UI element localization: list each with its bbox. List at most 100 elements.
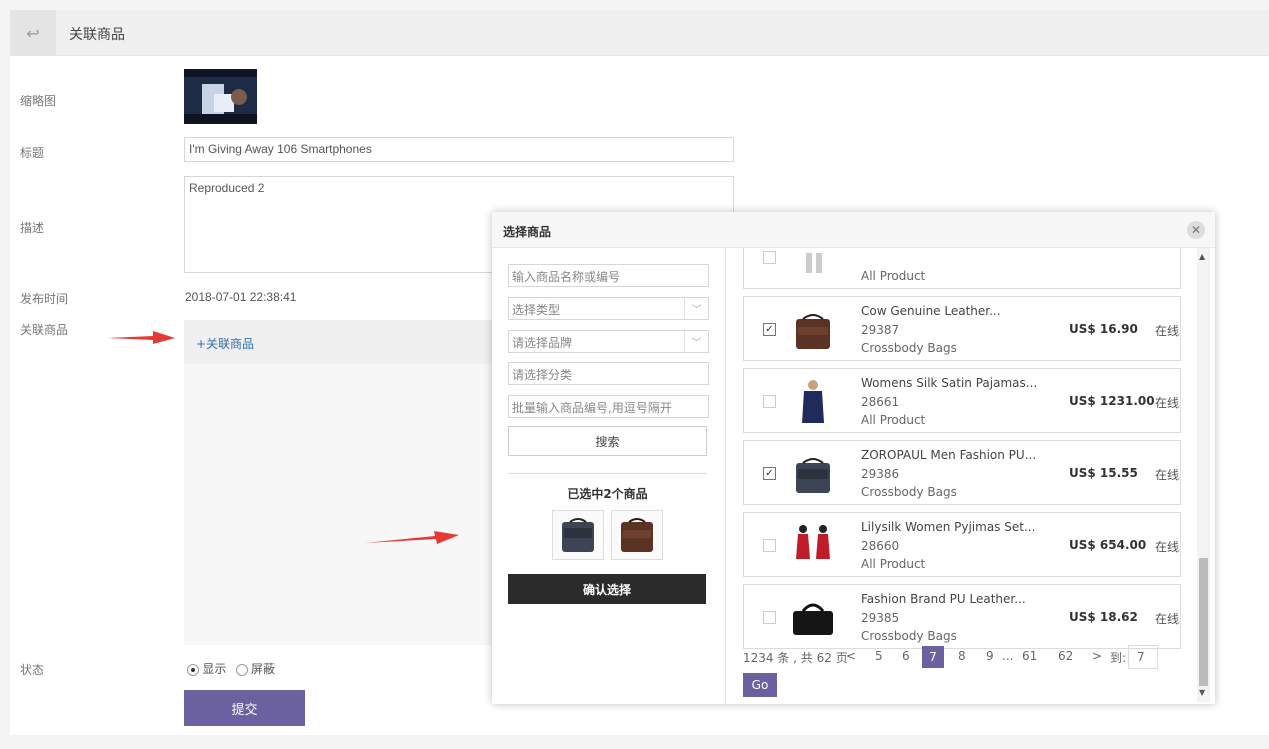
product-number: 29387 (861, 323, 900, 337)
category-input[interactable]: 请选择分类 (508, 362, 709, 385)
product-name: Lilysilk Women Pyjimas Set... (861, 520, 1036, 534)
product-status: 在线 (1155, 396, 1180, 410)
product-status: 在线 (1155, 612, 1180, 626)
type-select[interactable]: 选择类型 ﹀ (508, 297, 709, 320)
publish-time: 2018-07-01 22:38:41 (185, 290, 297, 304)
page-link[interactable]: 6 (902, 649, 910, 663)
product-card[interactable]: Lilysilk Women Pyjimas Set... 28660 All … (743, 512, 1181, 577)
pagination-summary: 1234 条 , 共 62 页 (743, 651, 848, 665)
product-number: 29385 (861, 611, 900, 625)
goto-label: 到: (1110, 651, 1127, 665)
publish-label: 发布时间 (20, 292, 69, 306)
product-image (806, 253, 822, 273)
product-image (796, 525, 830, 559)
product-name: ZOROPAUL Men Fashion PU... (861, 448, 1037, 462)
scrollbar[interactable]: ▲ ▼ (1197, 248, 1210, 702)
back-button[interactable]: ↩ (10, 10, 56, 56)
radio-hide[interactable] (235, 663, 248, 676)
product-category: All Product (861, 557, 926, 571)
product-card[interactable]: ✓ Cow Genuine Leather... 29387 Crossbody… (743, 296, 1181, 361)
red-arrow-1 (107, 331, 175, 344)
brand-select-value: 请选择品牌 (512, 336, 573, 350)
product-image (793, 603, 833, 635)
modal-title: 选择商品 (503, 225, 552, 239)
scrollbar-thumb[interactable] (1199, 558, 1208, 686)
close-icon[interactable]: ✕ (1187, 221, 1205, 239)
title-label: 标题 (20, 146, 45, 160)
scroll-up-icon[interactable]: ▲ (1199, 252, 1205, 261)
product-name: Fashion Brand PU Leather... (861, 592, 1026, 606)
assoc-area: +关联商品 (184, 320, 494, 645)
product-image (796, 314, 830, 349)
add-assoc-link[interactable]: +关联商品 (196, 335, 254, 352)
page-next[interactable]: > (1092, 649, 1102, 663)
page-link[interactable]: 5 (875, 649, 883, 663)
product-card[interactable]: Womens Silk Satin Pajamas... 28661 All P… (743, 368, 1181, 433)
page-link[interactable]: 8 (958, 649, 966, 663)
batch-input[interactable]: 批量输入商品编号,用逗号隔开 (508, 395, 709, 418)
status-radio-group: 显示 屏蔽 (187, 660, 275, 677)
keyword-input[interactable]: 输入商品名称或编号 (508, 264, 709, 287)
selected-count: 已选中2个商品 (567, 487, 648, 501)
product-image (802, 380, 824, 423)
page-ellipsis: ... (1002, 649, 1014, 663)
product-checkbox[interactable] (763, 611, 776, 624)
product-price: US$ 654.00 (1069, 538, 1147, 552)
product-price: US$ 1231.00 (1069, 394, 1155, 408)
product-price: US$ 18.62 (1069, 610, 1138, 624)
goto-page-input[interactable]: 7 (1128, 645, 1158, 669)
red-arrow-2 (365, 531, 459, 544)
title-input[interactable]: I'm Giving Away 106 Smartphones (184, 137, 734, 162)
status-label: 状态 (20, 663, 45, 677)
radio-hide-label: 屏蔽 (251, 662, 276, 676)
product-category: All Product (861, 269, 926, 283)
divider (508, 473, 707, 474)
page-current[interactable]: 7 (922, 646, 944, 668)
page-link[interactable]: 61 (1022, 649, 1037, 663)
product-status: 在线 (1155, 468, 1180, 482)
product-name: Cow Genuine Leather... (861, 304, 1001, 318)
page-link[interactable]: 62 (1058, 649, 1073, 663)
product-card[interactable]: ✓ ZOROPAUL Men Fashion PU... 29386 Cross… (743, 440, 1181, 505)
product-name: Womens Silk Satin Pajamas... (861, 376, 1038, 390)
search-button[interactable]: 搜索 (508, 426, 707, 456)
product-category: Crossbody Bags (861, 341, 957, 355)
product-checkbox[interactable] (763, 395, 776, 408)
product-card[interactable]: All Product (743, 248, 1181, 289)
radio-show[interactable] (187, 663, 199, 676)
select-product-modal: 选择商品 ✕ 输入商品名称或编号 选择类型 ﹀ 请选择品牌 ﹀ 请选择分类 批量… (492, 212, 1215, 704)
product-category: Crossbody Bags (861, 629, 957, 643)
assoc-header: +关联商品 (184, 320, 494, 364)
submit-button[interactable]: 提交 (184, 690, 305, 726)
selected-item-thumb[interactable] (552, 510, 604, 560)
product-checkbox[interactable]: ✓ (763, 323, 776, 336)
top-bar: ↩ 关联商品 (10, 10, 1269, 56)
back-arrow-icon: ↩ (26, 23, 40, 43)
scroll-down-icon[interactable]: ▼ (1199, 688, 1205, 697)
product-list: All Product ✓ Cow Genuine Leather... 293… (735, 248, 1181, 668)
brand-select[interactable]: 请选择品牌 ﹀ (508, 330, 709, 353)
product-category: Crossbody Bags (861, 485, 957, 499)
product-status: 在线 (1155, 540, 1180, 554)
product-number: 28660 (861, 539, 900, 553)
product-price: US$ 16.90 (1069, 322, 1138, 336)
page-link[interactable]: 9 (986, 649, 994, 663)
product-checkbox[interactable]: ✓ (763, 467, 776, 480)
selected-item-thumb[interactable] (611, 510, 663, 560)
desc-label: 描述 (20, 221, 45, 235)
chevron-down-icon: ﹀ (684, 331, 708, 352)
confirm-button[interactable]: 确认选择 (508, 574, 706, 604)
product-checkbox[interactable] (763, 251, 776, 264)
page-title: 关联商品 (69, 27, 125, 43)
thumbnail-image[interactable] (184, 69, 257, 124)
thumb-label: 缩略图 (20, 94, 57, 108)
vertical-divider (725, 248, 726, 704)
go-button[interactable]: Go (743, 673, 777, 697)
page-prev[interactable]: < (846, 649, 856, 663)
modal-header: 选择商品 ✕ (492, 212, 1215, 248)
product-card[interactable]: Fashion Brand PU Leather... 29385 Crossb… (743, 584, 1181, 649)
chevron-down-icon: ﹀ (684, 298, 708, 319)
radio-show-label: 显示 (202, 662, 227, 676)
product-image (796, 458, 830, 493)
product-checkbox[interactable] (763, 539, 776, 552)
